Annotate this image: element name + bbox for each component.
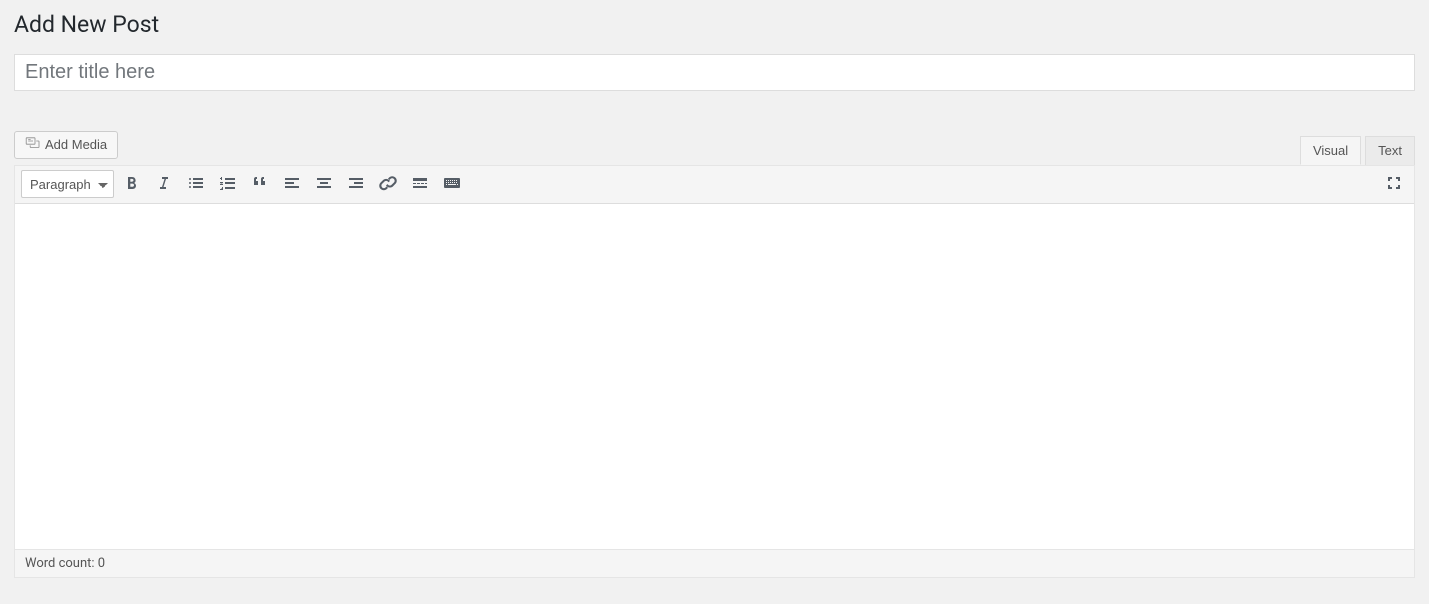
blockquote-icon [250, 173, 270, 196]
editor-toolbar: Paragraph [15, 166, 1414, 204]
tab-visual[interactable]: Visual [1300, 136, 1361, 165]
align-right-button[interactable] [342, 170, 370, 198]
insert-link-button[interactable] [374, 170, 402, 198]
italic-icon [154, 173, 174, 196]
align-left-icon [282, 173, 302, 196]
add-media-button[interactable]: Add Media [14, 131, 118, 159]
align-right-icon [346, 173, 366, 196]
fullscreen-button[interactable] [1380, 170, 1408, 198]
post-content-editor[interactable] [15, 204, 1414, 549]
format-select[interactable]: Paragraph [21, 170, 114, 198]
bullet-list-button[interactable] [182, 170, 210, 198]
add-media-label: Add Media [45, 137, 107, 152]
italic-button[interactable] [150, 170, 178, 198]
editor-tabs: Visual Text [1296, 136, 1415, 165]
word-count-value: 0 [98, 556, 105, 571]
numbered-list-icon [218, 173, 238, 196]
page-title: Add New Post [14, 10, 1415, 40]
toolbar-toggle-button[interactable] [438, 170, 466, 198]
readmore-icon [410, 173, 430, 196]
align-center-button[interactable] [310, 170, 338, 198]
fullscreen-icon [1384, 173, 1404, 196]
bullet-list-icon [186, 173, 206, 196]
bold-button[interactable] [118, 170, 146, 198]
tab-text[interactable]: Text [1365, 136, 1415, 165]
status-bar: Word count: 0 [15, 549, 1414, 577]
link-icon [378, 173, 398, 196]
post-title-input[interactable] [14, 54, 1415, 91]
align-left-button[interactable] [278, 170, 306, 198]
blockquote-button[interactable] [246, 170, 274, 198]
editor-wrap: Add Media Visual Text Paragraph [14, 131, 1415, 578]
editor-box: Paragraph [14, 165, 1415, 578]
insert-more-button[interactable] [406, 170, 434, 198]
media-icon [25, 135, 41, 154]
keyboard-icon [442, 173, 462, 196]
bold-icon [122, 173, 142, 196]
align-center-icon [314, 173, 334, 196]
word-count-label: Word count: [25, 556, 98, 571]
numbered-list-button[interactable] [214, 170, 242, 198]
media-row: Add Media Visual Text [14, 131, 1415, 165]
